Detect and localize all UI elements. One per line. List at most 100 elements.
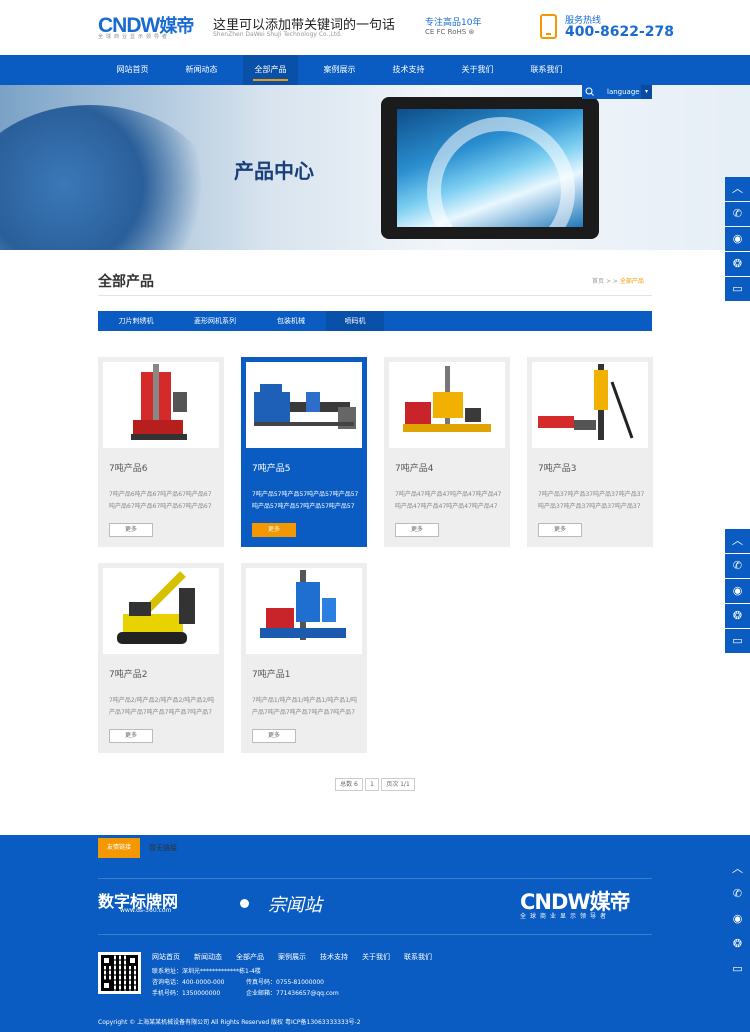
product-description: 7吨产品37吨产品37吨产品37吨产品37吨产品37吨产品37吨产品37吨产品3… bbox=[538, 491, 645, 510]
breadcrumb-separator: > bbox=[605, 278, 611, 285]
divider bbox=[98, 295, 652, 296]
product-description: 7吨产品1/吨产品1/吨产品1/吨产品1/吨产品7吨产品7吨产品7吨产品7吨产品… bbox=[252, 697, 358, 716]
more-button[interactable]: 更多 bbox=[395, 523, 439, 537]
banner-title: 产品中心 bbox=[234, 159, 314, 183]
tab-category-3[interactable]: 包装机械 bbox=[256, 311, 326, 331]
copyright: Copyright © 上海某某机械设备有限公司 All Rights Rese… bbox=[98, 1019, 361, 1026]
wechat-icon[interactable]: ❂ bbox=[725, 604, 750, 628]
product-image[interactable] bbox=[103, 568, 219, 654]
product-image[interactable] bbox=[246, 568, 362, 654]
focus-years: 专注高品10年 bbox=[425, 18, 482, 28]
footer-nav-news[interactable]: 新闻动态 bbox=[194, 952, 222, 962]
nav-item-support[interactable]: 技术支持 bbox=[381, 55, 436, 85]
product-image[interactable] bbox=[246, 362, 362, 448]
message-icon[interactable]: ▭ bbox=[725, 957, 750, 981]
breadcrumb-home[interactable]: 首页 bbox=[592, 278, 604, 285]
breadcrumb-current[interactable]: 全部产品 bbox=[620, 278, 644, 285]
more-button[interactable]: 更多 bbox=[109, 729, 153, 743]
footer-tel: 咨询电话：400-0000-000 bbox=[152, 979, 225, 986]
nav-item-news[interactable]: 新闻动态 bbox=[174, 55, 229, 85]
product-card[interactable]: 7吨产品4 7吨产品47吨产品47吨产品47吨产品47吨产品47吨产品47吨产品… bbox=[384, 357, 510, 547]
banner: 产品中心 bbox=[0, 85, 750, 250]
more-button[interactable]: 更多 bbox=[109, 523, 153, 537]
product-card[interactable]: 7吨产品3 7吨产品37吨产品37吨产品37吨产品37吨产品37吨产品37吨产品… bbox=[527, 357, 653, 547]
qr-code-image bbox=[98, 952, 141, 994]
product-name[interactable]: 7吨产品1 bbox=[252, 667, 290, 680]
product-image[interactable] bbox=[389, 362, 505, 448]
message-icon[interactable]: ▭ bbox=[725, 629, 750, 653]
tab-category-2[interactable]: 菱形网机系列 bbox=[174, 311, 256, 331]
divider bbox=[98, 878, 652, 879]
product-card[interactable]: 7吨产品1 7吨产品1/吨产品1/吨产品1/吨产品1/吨产品7吨产品7吨产品7吨… bbox=[241, 563, 367, 753]
footer-nav-contact[interactable]: 联系我们 bbox=[404, 952, 432, 962]
footer-nav-home[interactable]: 网站首页 bbox=[152, 952, 180, 962]
footer-nav-about[interactable]: 关于我们 bbox=[362, 952, 390, 962]
tab-category-1[interactable]: 刀片刺绣机 bbox=[98, 311, 174, 331]
header: CNDW媒帝 全球商业显示领导者 这里可以添加带关键词的一句话 ShenZhen… bbox=[0, 0, 750, 55]
nav-item-cases[interactable]: 案例展示 bbox=[312, 55, 367, 85]
product-name[interactable]: 7吨产品6 bbox=[109, 461, 147, 474]
phone-icon[interactable]: ✆ bbox=[725, 882, 750, 906]
product-name[interactable]: 7吨产品4 bbox=[395, 461, 433, 474]
partner-url: www.ds-360.com bbox=[120, 907, 172, 914]
qq-icon[interactable]: ◉ bbox=[725, 227, 750, 251]
footer-email: 企业邮箱：771436657@qq.com bbox=[246, 990, 339, 997]
more-button[interactable]: 更多 bbox=[252, 729, 296, 743]
more-button[interactable]: 更多 bbox=[538, 523, 582, 537]
product-description: 7吨产品57吨产品57吨产品57吨产品57吨产品57吨产品57吨产品57吨产品5… bbox=[252, 491, 359, 510]
separator-dot bbox=[240, 899, 249, 908]
chevron-up-icon[interactable]: ︿ bbox=[725, 529, 750, 553]
phone-icon[interactable]: ✆ bbox=[725, 554, 750, 578]
pagination-pages: 页次 1/1 bbox=[381, 778, 415, 791]
chevron-up-icon[interactable]: ︿ bbox=[725, 857, 750, 881]
message-icon[interactable]: ▭ bbox=[725, 277, 750, 301]
qq-icon[interactable]: ◉ bbox=[725, 907, 750, 931]
friend-links-value: 暂无链接 bbox=[149, 844, 177, 852]
product-description: 7吨产品6吨产品67吨产品67吨产品67吨产品67吨产品67吨产品67吨产品67… bbox=[109, 491, 212, 510]
nav-item-about[interactable]: 关于我们 bbox=[450, 55, 505, 85]
nav-item-products[interactable]: 全部产品 bbox=[243, 55, 298, 85]
product-card[interactable]: 7吨产品6 7吨产品6吨产品67吨产品67吨产品67吨产品67吨产品67吨产品6… bbox=[98, 357, 224, 547]
divider bbox=[98, 934, 652, 935]
chevron-up-icon[interactable]: ︿ bbox=[725, 177, 750, 201]
header-slogan-en: ShenZhen DaWei ShuJi Technology Co.,Ltd. bbox=[213, 31, 342, 38]
page-title: 全部产品 bbox=[98, 274, 154, 290]
wechat-icon[interactable]: ❂ bbox=[725, 932, 750, 956]
brand-tagline: 全球商业显示领导者 bbox=[98, 34, 171, 40]
certification-marks: CE FC RoHS ⊛ bbox=[425, 28, 475, 36]
tab-category-4[interactable]: 喷码机 bbox=[326, 311, 384, 331]
banner-wave-image bbox=[0, 105, 220, 250]
phone-icon[interactable]: ✆ bbox=[725, 202, 750, 226]
more-button[interactable]: 更多 bbox=[252, 523, 296, 537]
nav-item-home[interactable]: 网站首页 bbox=[105, 55, 160, 85]
product-card[interactable]: 7吨产品5 7吨产品57吨产品57吨产品57吨产品57吨产品57吨产品57吨产品… bbox=[241, 357, 367, 547]
tablet-image bbox=[381, 97, 599, 239]
pagination-total: 总数 6 bbox=[335, 778, 363, 791]
footer-nav-products[interactable]: 全部产品 bbox=[236, 952, 264, 962]
product-description: 7吨产品47吨产品47吨产品47吨产品47吨产品47吨产品47吨产品47吨产品4… bbox=[395, 491, 502, 510]
wechat-icon[interactable]: ❂ bbox=[725, 252, 750, 276]
category-tabs: 刀片刺绣机 菱形网机系列 包装机械 喷码机 bbox=[98, 311, 652, 331]
product-name[interactable]: 7吨产品3 bbox=[538, 461, 576, 474]
product-image[interactable] bbox=[103, 362, 219, 448]
footer-mobile: 手机号码：1350000000 bbox=[152, 990, 221, 997]
search-icon[interactable] bbox=[582, 85, 597, 99]
mobile-phone-icon bbox=[540, 14, 557, 39]
product-name[interactable]: 7吨产品2 bbox=[109, 667, 147, 680]
qq-icon[interactable]: ◉ bbox=[725, 579, 750, 603]
product-card[interactable]: 7吨产品2 7吨产品2/吨产品2/吨产品2/吨产品2/吨产品7吨产品7吨产品7吨… bbox=[98, 563, 224, 753]
hotline-number: 400-8622-278 bbox=[565, 24, 675, 40]
breadcrumb-separator: > bbox=[612, 278, 618, 285]
main-nav: 网站首页 新闻动态 全部产品 案例展示 技术支持 关于我们 联系我们 bbox=[0, 55, 750, 85]
product-name[interactable]: 7吨产品5 bbox=[252, 461, 290, 474]
footer-nav-cases[interactable]: 案例展示 bbox=[278, 952, 306, 962]
chevron-down-icon[interactable]: ▾ bbox=[641, 85, 652, 99]
pagination-page[interactable]: 1 bbox=[365, 778, 379, 791]
footer-nav-support[interactable]: 技术支持 bbox=[320, 952, 348, 962]
product-image[interactable] bbox=[532, 362, 648, 448]
breadcrumb: 首页 > > 全部产品 bbox=[592, 276, 644, 285]
nav-item-contact[interactable]: 联系我们 bbox=[519, 55, 574, 85]
footer-fax: 传真号码：0755-81000000 bbox=[246, 979, 324, 986]
partner-script-logo: 宗闻站 bbox=[268, 895, 322, 916]
footer-brand-tagline: 全球商业显示领导者 bbox=[520, 913, 611, 920]
